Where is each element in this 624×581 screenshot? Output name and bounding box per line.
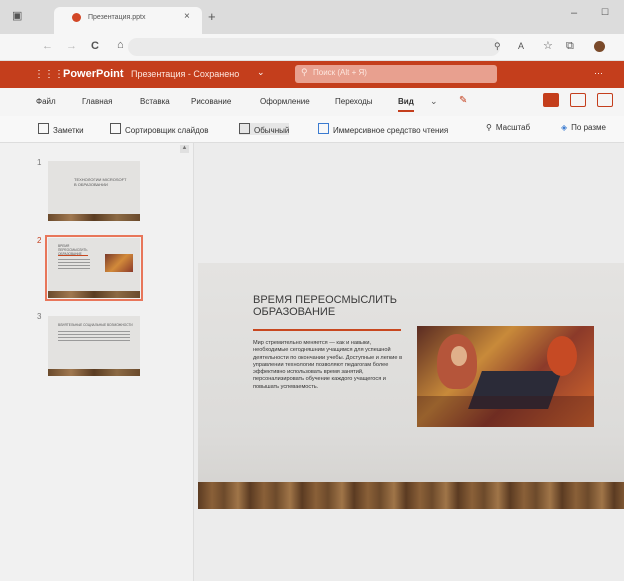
comments-button[interactable]	[570, 93, 586, 107]
tab-title: Презентация.pptx	[88, 14, 146, 21]
search-placeholder: Поиск (Alt + Я)	[313, 68, 367, 77]
slide-thumbnail-3[interactable]: ВЛИЯТЕЛЬНЫЕ СОЦИАЛЬНЫЕ ВОЗМОЖНОСТИ	[48, 316, 140, 376]
fit-to-window-button[interactable]: ◈ По разме	[561, 123, 606, 132]
tab-file[interactable]: Файл	[36, 97, 56, 106]
fit-icon: ◈	[561, 123, 568, 132]
photo-girl-face	[451, 346, 467, 366]
normal-view-icon	[239, 123, 250, 134]
normal-view-button[interactable]: Обычный	[239, 123, 290, 135]
read-aloud-icon[interactable]: A	[518, 42, 524, 51]
slide-sorter-label: Сортировщик слайдов	[125, 126, 209, 135]
notes-label: Заметки	[53, 126, 84, 135]
forward-icon[interactable]: →	[66, 41, 77, 52]
thumb-1-title: ТЕХНОЛОГИИ MICROSOFT В ОБРАЗОВАНИИ	[74, 177, 127, 187]
share-button[interactable]	[543, 93, 559, 107]
slide-body-text[interactable]: Мир стремительно меняется — как и навыки…	[253, 340, 403, 391]
zoom-label: Масштаб	[495, 123, 531, 132]
slide-title-underline	[253, 329, 401, 331]
tab-design[interactable]: Оформление	[260, 97, 310, 106]
active-tab-underline	[398, 110, 414, 112]
slide-number-3: 3	[37, 312, 42, 321]
slide-thumbnail-1[interactable]: ТЕХНОЛОГИИ MICROSOFT В ОБРАЗОВАНИИ	[48, 161, 140, 221]
tab-draw[interactable]: Рисование	[191, 97, 231, 106]
slide-photo[interactable]	[417, 326, 594, 427]
scroll-up-icon[interactable]: ▲	[180, 145, 189, 153]
present-button[interactable]	[597, 93, 613, 107]
reload-icon[interactable]: C	[91, 41, 99, 52]
thumb-2-body	[58, 259, 90, 271]
slide-thumbnail-2[interactable]: ВРЕМЯ ПЕРЕОСМЫСЛИТЬ ОБРАЗОВАНИЕ	[45, 235, 143, 301]
pen-icon[interactable]: ✎	[459, 95, 467, 106]
notes-button[interactable]: Заметки	[38, 123, 84, 135]
profile-avatar[interactable]	[594, 41, 605, 52]
thumb-2-line	[58, 255, 88, 256]
slide-title[interactable]: ВРЕМЯ ПЕРЕОСМЫСЛИТЬ ОБРАЗОВАНИЕ	[253, 294, 403, 318]
zoom-icon[interactable]: ⚲	[494, 42, 501, 51]
minimize-icon[interactable]: –	[571, 8, 577, 19]
app-name[interactable]: PowerPoint	[63, 68, 124, 80]
normal-view-label: Обычный	[254, 126, 290, 135]
app-launcher-icon[interactable]: ⋮⋮⋮	[34, 69, 64, 80]
home-icon[interactable]: ⌂	[117, 40, 124, 51]
photo-table	[417, 396, 594, 427]
document-title[interactable]: Презентация - Сохранено	[131, 69, 239, 79]
zoom-button[interactable]: ⚲ Масштаб	[486, 123, 530, 132]
view-toolbar	[0, 116, 624, 143]
slide-sorter-icon	[110, 123, 121, 134]
new-tab-icon[interactable]: +	[208, 10, 216, 23]
window-menu-icon[interactable]: ▣	[12, 11, 22, 22]
magnifier-icon: ⚲	[486, 123, 492, 132]
immersive-reader-button[interactable]: Иммерсивное средство чтения	[318, 123, 448, 135]
thumb-1-floor	[48, 214, 140, 221]
close-tab-icon[interactable]: ×	[184, 12, 190, 22]
more-options-icon[interactable]: ···	[594, 68, 603, 78]
search-box[interactable]: Поиск (Alt + Я)	[295, 65, 497, 83]
favorite-star-icon[interactable]: ☆	[543, 41, 553, 52]
thumb-2-photo	[105, 254, 133, 272]
slide-sorter-button[interactable]: Сортировщик слайдов	[110, 123, 209, 135]
thumb-3-body	[58, 331, 130, 341]
thumb-3-floor	[48, 369, 140, 376]
thumb-2-floor	[48, 291, 140, 298]
title-dropdown-icon[interactable]: ⌄	[257, 67, 265, 78]
collections-icon[interactable]: ⧉	[566, 41, 574, 52]
maximize-icon[interactable]: ☐	[601, 8, 609, 17]
immersive-reader-icon	[318, 123, 329, 134]
notes-icon	[38, 123, 49, 134]
tab-home[interactable]: Главная	[82, 97, 112, 106]
url-field[interactable]	[128, 38, 500, 56]
powerpoint-favicon-icon	[72, 13, 81, 22]
more-tabs-icon[interactable]: ⌄	[430, 96, 438, 107]
back-icon[interactable]: ←	[42, 41, 53, 52]
slide-wood-floor	[198, 482, 624, 509]
slide-number-2: 2	[37, 236, 42, 245]
slide-number-1: 1	[37, 158, 42, 167]
immersive-reader-label: Иммерсивное средство чтения	[333, 126, 449, 135]
tab-transitions[interactable]: Переходы	[335, 97, 373, 106]
fit-label: По разме	[571, 123, 607, 132]
tab-insert[interactable]: Вставка	[140, 97, 170, 106]
thumb-3-title: ВЛИЯТЕЛЬНЫЕ СОЦИАЛЬНЫЕ ВОЗМОЖНОСТИ	[58, 323, 133, 327]
tab-view[interactable]: Вид	[398, 97, 414, 106]
photo-second-child	[547, 336, 577, 376]
search-icon: ⚲	[301, 67, 308, 77]
